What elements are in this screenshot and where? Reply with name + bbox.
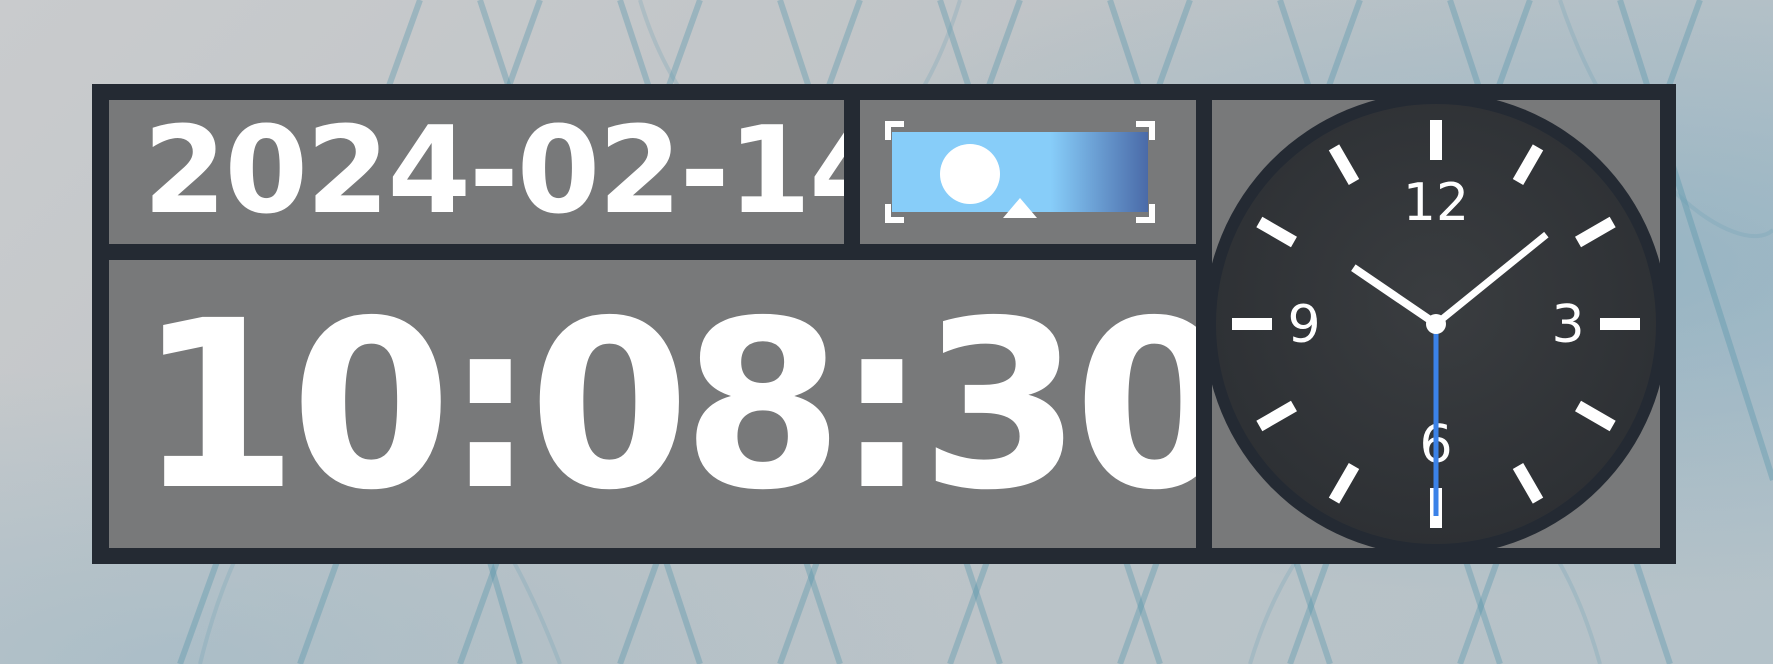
time-panel: 10:08:30 — [109, 260, 1196, 548]
clock-numeral-12: 12 — [1403, 173, 1469, 233]
clock-numeral-3: 3 — [1551, 295, 1584, 355]
clock-numeral-9: 9 — [1287, 295, 1320, 355]
analog-clock: 12 3 6 9 — [1212, 100, 1660, 548]
date-display: 2024-02-14 — [143, 102, 844, 241]
widget-frame: 2024-02-14 10:08:30 12 3 9 — [92, 84, 1676, 564]
analog-clock-panel: 12 3 6 9 — [1212, 100, 1660, 548]
clock-center-pin — [1426, 314, 1446, 334]
image-placeholder-icon — [885, 121, 1155, 223]
desktop: 2024-02-14 10:08:30 12 3 9 — [0, 0, 1773, 664]
image-sun-shape — [940, 144, 1000, 204]
date-panel: 2024-02-14 — [109, 100, 844, 244]
time-display: 10:08:30 — [137, 271, 1196, 541]
image-panel[interactable] — [860, 100, 1196, 244]
